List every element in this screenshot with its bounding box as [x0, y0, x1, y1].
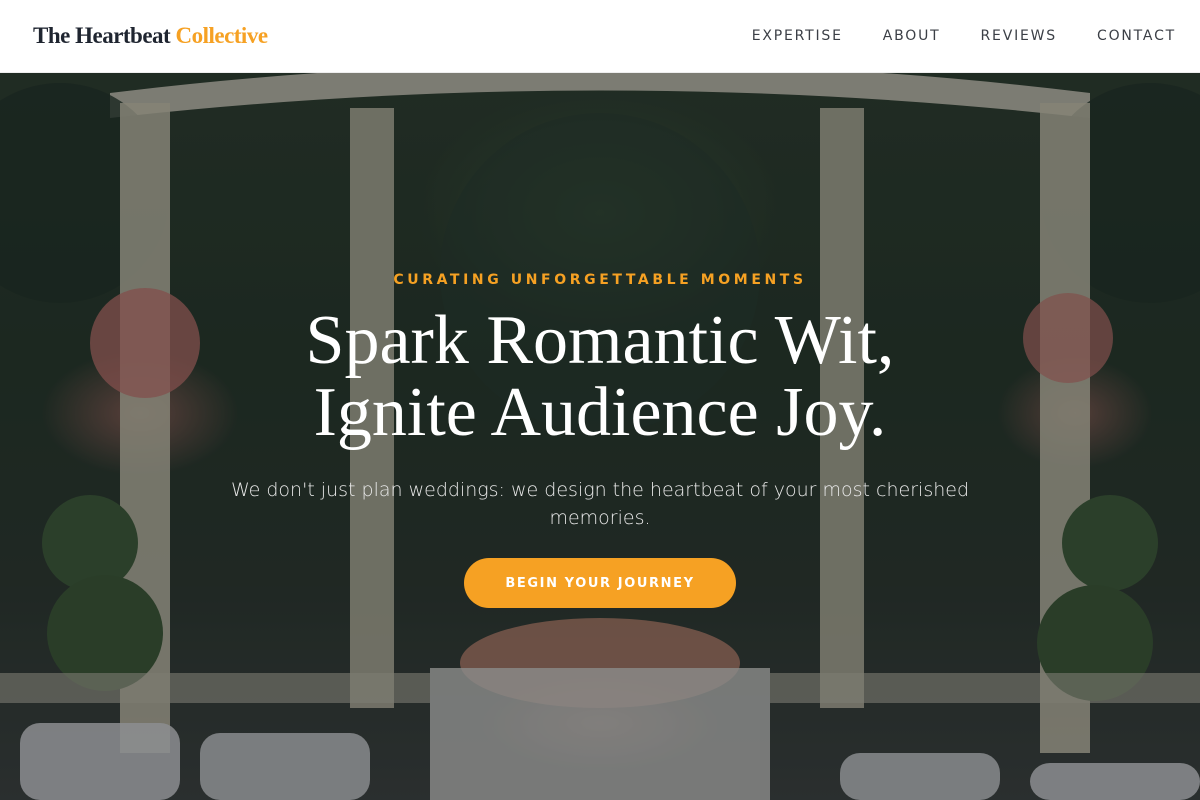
- hero-headline: Spark Romantic Wit, Ignite Audience Joy.: [0, 305, 1200, 449]
- nav-item-about[interactable]: ABOUT: [883, 28, 941, 44]
- site-header: The Heartbeat Collective EXPERTISE ABOUT…: [0, 0, 1200, 73]
- hero-content: CURATING UNFORGETTABLE MOMENTS Spark Rom…: [0, 73, 1200, 800]
- hero-headline-line1: Spark Romantic Wit,: [305, 302, 895, 379]
- site-logo[interactable]: The Heartbeat Collective: [33, 23, 268, 49]
- logo-main-text: The Heartbeat: [33, 23, 171, 48]
- nav-item-reviews[interactable]: REVIEWS: [981, 28, 1057, 44]
- main-nav: EXPERTISE ABOUT REVIEWS CONTACT: [752, 28, 1176, 44]
- hero-section: CURATING UNFORGETTABLE MOMENTS Spark Rom…: [0, 73, 1200, 800]
- nav-item-contact[interactable]: CONTACT: [1097, 28, 1176, 44]
- hero-subtext: We don't just plan weddings: we design t…: [230, 479, 970, 529]
- hero-eyebrow: CURATING UNFORGETTABLE MOMENTS: [393, 272, 807, 288]
- hero-headline-line2: Ignite Audience Joy.: [313, 374, 887, 451]
- nav-item-expertise[interactable]: EXPERTISE: [752, 28, 843, 44]
- begin-journey-button[interactable]: BEGIN YOUR JOURNEY: [464, 558, 736, 608]
- logo-accent-text: Collective: [175, 23, 268, 48]
